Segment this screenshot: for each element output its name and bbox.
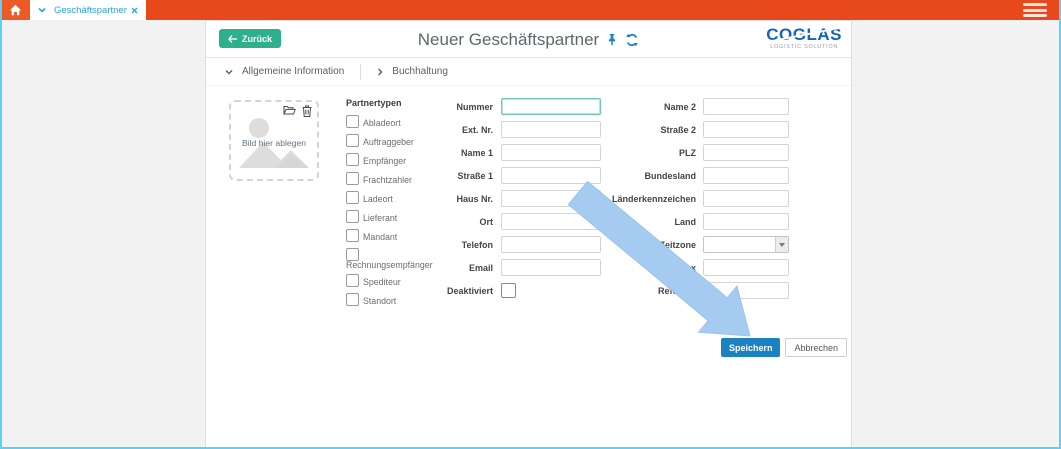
tab-label: Geschäftspartner: [54, 5, 127, 16]
logo-text: COGLAS: [766, 26, 842, 43]
trash-icon[interactable]: [302, 105, 312, 117]
field-label-ext-nr: Ext. Nr.: [431, 125, 493, 135]
form-column-left: Nummer Ext. Nr. Name 1 Straße 1 Haus Nr.…: [431, 98, 601, 305]
folder-open-icon[interactable]: [283, 105, 296, 117]
laenderkennzeichen-input[interactable]: [703, 190, 789, 207]
topbar: Geschäftspartner: [0, 0, 1061, 20]
checkbox-auftraggeber[interactable]: [346, 134, 359, 147]
image-dropzone[interactable]: Bild hier ablegen: [229, 100, 319, 181]
tab-close-icon[interactable]: [131, 7, 138, 14]
field-label-zeitzone: Zeitzone: [601, 240, 696, 250]
checkbox-standort[interactable]: [346, 293, 359, 306]
page-title: Neuer Geschäftspartner: [418, 30, 599, 50]
telefon-input[interactable]: [501, 236, 601, 253]
checkbox-label: Standort: [363, 297, 396, 306]
divider: [360, 64, 361, 80]
zeitzone-select[interactable]: [703, 236, 789, 253]
checkbox-label: Mandant: [363, 233, 397, 242]
field-label-deaktiviert: Deaktiviert: [431, 286, 493, 296]
field-label-laenderkennzeichen: Länderkennzeichen: [601, 194, 696, 204]
name1-input[interactable]: [501, 144, 601, 161]
field-label-fax: Fax: [601, 263, 696, 273]
section-buchhaltung[interactable]: Buchhaltung: [371, 66, 454, 77]
cancel-button[interactable]: Abbrechen: [785, 338, 847, 357]
ext-nr-input[interactable]: [501, 121, 601, 138]
field-label-referenz: Referenz: [601, 286, 696, 296]
form-column-right: Name 2 Straße 2 PLZ Bundesland Länderken…: [601, 98, 789, 305]
deaktiviert-checkbox[interactable]: [501, 283, 516, 298]
ort-input[interactable]: [501, 213, 601, 230]
checkbox-label: Auftraggeber: [363, 138, 414, 147]
logo-tagline: LOGISTIC SOLUTION: [766, 45, 842, 50]
dropzone-label: Bild hier ablegen: [231, 138, 317, 148]
plz-input[interactable]: [703, 144, 789, 161]
field-label-strasse2: Straße 2: [601, 125, 696, 135]
field-label-email: Email: [431, 263, 493, 273]
nummer-input[interactable]: [501, 98, 601, 115]
checkbox-spediteur[interactable]: [346, 274, 359, 287]
checkbox-ladeort[interactable]: [346, 191, 359, 204]
checkbox-label: Empfänger: [363, 157, 406, 166]
field-label-land: Land: [601, 217, 696, 227]
coglas-logo: COGLAS LOGISTIC SOLUTION: [766, 26, 842, 50]
bundesland-input[interactable]: [703, 167, 789, 184]
caret-down-icon: [779, 243, 785, 247]
pin-icon[interactable]: [606, 33, 618, 46]
field-label-name2: Name 2: [601, 102, 696, 112]
chevron-right-icon: [377, 68, 383, 76]
referenz-input[interactable]: [703, 282, 789, 299]
field-label-telefon: Telefon: [431, 240, 493, 250]
checkbox-frachtzahler[interactable]: [346, 172, 359, 185]
field-label-bundesland: Bundesland: [601, 171, 696, 181]
zeitzone-dropdown-button[interactable]: [775, 237, 788, 252]
section-allgemeine-information[interactable]: Allgemeine Information: [219, 66, 350, 77]
field-label-strasse1: Straße 1: [431, 171, 493, 181]
checkbox-label: Frachtzahler: [363, 176, 412, 185]
chevron-down-icon[interactable]: [38, 7, 46, 13]
strasse2-input[interactable]: [703, 121, 789, 138]
name2-input[interactable]: [703, 98, 789, 115]
field-label-ort: Ort: [431, 217, 493, 227]
haus-nr-input[interactable]: [501, 190, 601, 207]
checkbox-mandant[interactable]: [346, 229, 359, 242]
home-button[interactable]: [0, 0, 30, 20]
section-label: Allgemeine Information: [242, 66, 344, 77]
checkbox-label: Spediteur: [363, 278, 401, 287]
main-panel: Zurück Neuer Geschäftspartner COGLAS: [205, 20, 852, 449]
field-label-plz: PLZ: [601, 148, 696, 158]
section-label: Buchhaltung: [392, 66, 448, 77]
checkbox-lieferant[interactable]: [346, 210, 359, 223]
field-label-haus-nr: Haus Nr.: [431, 194, 493, 204]
save-button[interactable]: Speichern: [721, 338, 781, 357]
checkbox-empfaenger[interactable]: [346, 153, 359, 166]
field-label-nummer: Nummer: [431, 102, 493, 112]
action-buttons: Speichern Abbrechen: [721, 338, 847, 357]
tab-geschaeftspartner[interactable]: Geschäftspartner: [30, 0, 146, 20]
chevron-down-icon: [225, 69, 233, 75]
email-input[interactable]: [501, 259, 601, 276]
checkbox-abladeort[interactable]: [346, 115, 359, 128]
field-label-name1: Name 1: [431, 148, 493, 158]
section-tabs: Allgemeine Information Buchhaltung: [206, 58, 851, 86]
home-icon: [9, 4, 22, 16]
refresh-icon[interactable]: [625, 33, 639, 47]
zeitzone-input[interactable]: [704, 237, 775, 252]
strasse1-input[interactable]: [501, 167, 601, 184]
checkbox-label: Abladeort: [363, 119, 401, 128]
checkbox-label: Lieferant: [363, 214, 397, 223]
land-input[interactable]: [703, 213, 789, 230]
panel-header: Zurück Neuer Geschäftspartner COGLAS: [206, 21, 851, 58]
checkbox-label: Ladeort: [363, 195, 393, 204]
hamburger-menu-icon[interactable]: [1023, 1, 1047, 20]
fax-input[interactable]: [703, 259, 789, 276]
